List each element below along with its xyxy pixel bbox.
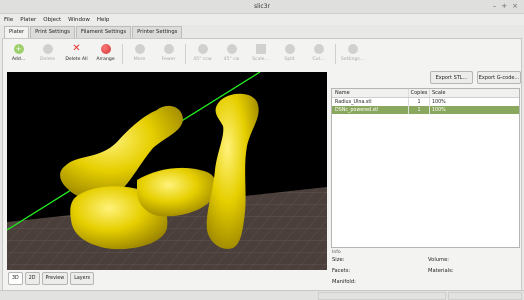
tab-filament-settings[interactable]: Filament Settings xyxy=(75,26,132,38)
main-tabs: Plater Print Settings Filament Settings … xyxy=(4,26,183,38)
3d-viewport[interactable] xyxy=(7,72,327,270)
more-button[interactable]: More xyxy=(125,42,154,66)
info-facets: Facets: xyxy=(332,268,351,274)
info-panel: Info Size: Volume: Facets: Materials: Ma… xyxy=(331,250,520,290)
tab-layers[interactable]: Layers xyxy=(70,272,95,285)
tab-plater[interactable]: Plater xyxy=(4,26,30,38)
fewer-icon xyxy=(163,44,174,54)
scale-button[interactable]: Scale... xyxy=(246,42,275,66)
tab-2d[interactable]: 2D xyxy=(24,272,40,285)
tab-printer-settings[interactable]: Printer Settings xyxy=(132,26,183,38)
delete-all-button[interactable]: ✕ Delete All xyxy=(62,42,91,66)
fewer-button[interactable]: Fewer xyxy=(154,42,183,66)
arrange-button[interactable]: Arrange xyxy=(91,42,120,66)
object-list-header: Name Copies Scale xyxy=(332,89,519,98)
info-size: Size: xyxy=(332,257,345,263)
info-title: Info xyxy=(332,250,341,255)
split-button[interactable]: Split xyxy=(275,42,304,66)
export-stl-button[interactable]: Export STL... xyxy=(430,71,473,84)
export-gcode-button[interactable]: Export G-code... xyxy=(477,71,521,84)
tab-3d[interactable]: 3D xyxy=(8,272,23,285)
more-icon xyxy=(134,44,145,54)
object-list: Name Copies Scale Radius_Ulna.stl 1 100%… xyxy=(331,88,520,248)
menu-file[interactable]: File xyxy=(4,17,13,23)
status-progress xyxy=(318,292,446,300)
settings-icon xyxy=(347,44,358,54)
add-button[interactable]: + Add... xyxy=(4,42,33,66)
maximize-icon[interactable]: + xyxy=(501,2,507,10)
column-scale[interactable]: Scale xyxy=(430,89,448,97)
delete-button[interactable]: Delete xyxy=(33,42,62,66)
window-title: slic3r xyxy=(253,3,271,10)
info-materials: Materials: xyxy=(428,268,454,274)
rotate-ccw-icon xyxy=(197,44,208,54)
menu-plater[interactable]: Plater xyxy=(20,17,36,23)
toolbar-separator xyxy=(335,44,336,64)
split-icon xyxy=(284,44,295,54)
rotate-ccw-button[interactable]: 45° ccw xyxy=(188,42,217,66)
info-volume: Volume: xyxy=(428,257,450,263)
minimize-icon[interactable]: – xyxy=(493,2,497,10)
menu-object[interactable]: Object xyxy=(43,17,61,23)
title-bar: slic3r – + × xyxy=(0,0,524,14)
settings-button[interactable]: Settings... xyxy=(338,42,367,66)
delete-icon xyxy=(42,44,53,54)
status-bar xyxy=(0,290,524,300)
scale-icon xyxy=(255,44,266,54)
cut-button[interactable]: Cut... xyxy=(304,42,333,66)
menu-window[interactable]: Window xyxy=(68,17,90,23)
tab-print-settings[interactable]: Print Settings xyxy=(30,26,75,38)
info-manifold: Manifold: xyxy=(332,279,356,285)
add-icon: + xyxy=(13,44,24,54)
rotate-cw-icon xyxy=(226,44,237,54)
toolbar-separator xyxy=(122,44,123,64)
table-row[interactable]: Radius_Ulna.stl 1 100% xyxy=(332,98,519,106)
tab-preview[interactable]: Preview xyxy=(41,272,69,285)
plater-toolbar: + Add... Delete ✕ Delete All Arrange Mor… xyxy=(4,42,367,66)
cut-icon xyxy=(313,44,324,54)
column-name[interactable]: Name xyxy=(332,89,409,97)
status-segment xyxy=(448,292,522,300)
arrange-icon xyxy=(100,44,111,54)
table-row[interactable]: DSNc_powered.stl 1 100% xyxy=(332,106,519,114)
menu-bar: File Plater Object Window Help xyxy=(0,14,524,25)
rotate-cw-button[interactable]: 45° cw xyxy=(217,42,246,66)
menu-help[interactable]: Help xyxy=(97,17,110,23)
close-icon[interactable]: × xyxy=(512,2,518,10)
column-copies[interactable]: Copies xyxy=(409,89,430,97)
delete-all-icon: ✕ xyxy=(72,43,81,54)
view-tabs: 3D 2D Preview Layers xyxy=(8,272,95,285)
toolbar-separator xyxy=(185,44,186,64)
